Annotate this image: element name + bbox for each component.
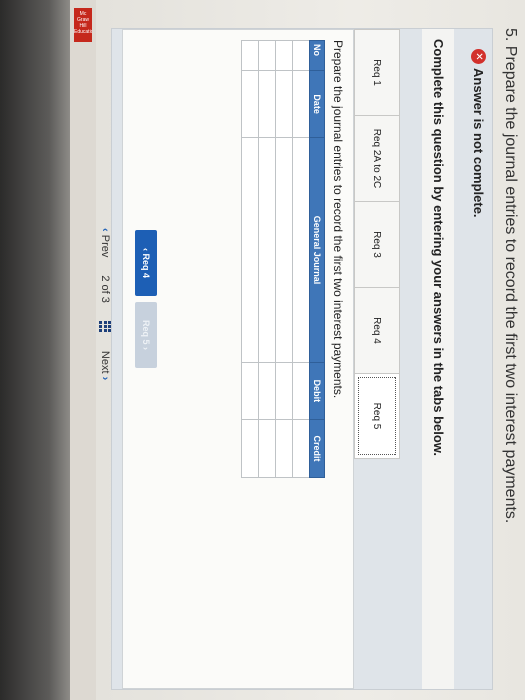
tab-req-2a-to-2c[interactable]: Req 2A to 2C [354, 115, 400, 201]
cell-no [241, 40, 259, 71]
cell-date[interactable] [258, 70, 276, 138]
prev-req-4-button[interactable]: ‹ Req 4 [135, 230, 157, 296]
requirement-nav: ‹ Req 4 Req 5 › [135, 230, 157, 368]
panel-prompt: Prepare the journal entries to record th… [331, 40, 345, 399]
tab-req-5[interactable]: Req 5 [354, 373, 400, 459]
table-row [275, 40, 293, 478]
chevron-right-icon: › [99, 376, 111, 381]
answer-box: ✕ Answer is not complete. Complete this … [111, 28, 493, 690]
requirement-panel: Prepare the journal entries to record th… [122, 29, 354, 689]
cell-no [292, 40, 310, 71]
answer-status-text: Answer is not complete. [471, 68, 486, 218]
cell-general-journal[interactable] [275, 137, 293, 363]
prev-question-link[interactable]: ‹ Prev [99, 228, 111, 257]
cell-no [258, 40, 276, 71]
table-row [292, 40, 310, 478]
table-row [258, 40, 276, 478]
grid-icon[interactable] [99, 320, 111, 333]
tab-req-4[interactable]: Req 4 [354, 287, 400, 373]
col-header-date: Date [309, 70, 325, 138]
cell-debit[interactable] [258, 362, 276, 420]
answer-status: ✕ Answer is not complete. [471, 49, 486, 218]
chevron-left-icon: ‹ [99, 228, 111, 232]
monitor-bezel [0, 0, 70, 700]
page-indicator: 2 of 3 [99, 275, 111, 303]
requirement-tabs: Req 1 Req 2A to 2C Req 3 Req 4 Req 5 [354, 29, 400, 459]
cell-credit[interactable] [258, 419, 276, 478]
tab-req-3[interactable]: Req 3 [354, 201, 400, 287]
tab-strip-background [354, 469, 400, 689]
cell-debit[interactable] [292, 362, 310, 420]
cell-credit[interactable] [241, 419, 259, 478]
cell-general-journal[interactable] [292, 137, 310, 363]
question-page: 5. Prepare the journal entries to record… [85, 28, 519, 690]
tab-req-1[interactable]: Req 1 [354, 29, 400, 115]
x-circle-icon: ✕ [471, 49, 486, 64]
cell-date[interactable] [275, 70, 293, 138]
table-row [241, 40, 259, 478]
col-header-debit: Debit [309, 362, 325, 420]
cell-general-journal[interactable] [258, 137, 276, 363]
col-header-general-journal: General Journal [309, 137, 325, 363]
cell-credit[interactable] [292, 419, 310, 478]
cell-date[interactable] [292, 70, 310, 138]
cell-debit[interactable] [241, 362, 259, 420]
instruction-text: Complete this question by entering your … [422, 29, 454, 689]
cell-general-journal[interactable] [241, 137, 259, 363]
question-pager: ‹ Prev 2 of 3 Next › [99, 228, 111, 380]
journal-header-row: No Date General Journal Debit Credit [309, 40, 325, 478]
next-question-link[interactable]: Next › [99, 351, 111, 380]
col-header-credit: Credit [309, 419, 325, 478]
next-question-label: Next [99, 350, 111, 374]
prev-question-label: Prev [99, 234, 111, 258]
photo-of-screen: Mc Graw Hill Education 5. Prepare the jo… [0, 0, 525, 700]
cell-debit[interactable] [275, 362, 293, 420]
cell-no [275, 40, 293, 71]
cell-date[interactable] [241, 70, 259, 138]
journal-table: No Date General Journal Debit Credit [241, 40, 325, 478]
cell-credit[interactable] [275, 419, 293, 478]
next-req-5-button[interactable]: Req 5 › [135, 302, 157, 368]
col-header-no: No [309, 40, 325, 71]
question-title: 5. Prepare the journal entries to record… [502, 28, 519, 524]
